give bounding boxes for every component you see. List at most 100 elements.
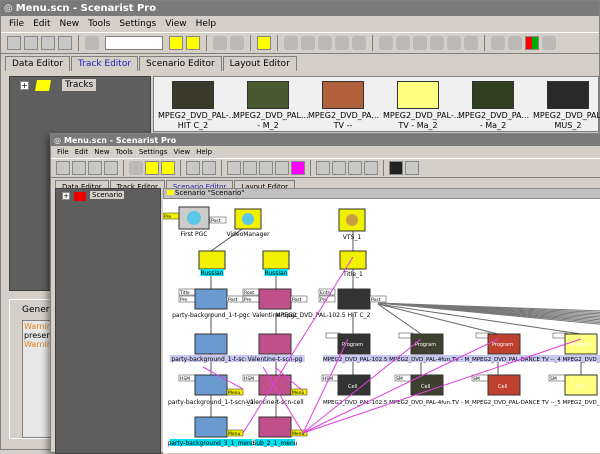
tool-icon[interactable] [396, 36, 410, 50]
view-icon[interactable] [24, 36, 38, 50]
disc-icon[interactable] [129, 161, 143, 175]
menu-edit[interactable]: Edit [75, 148, 89, 156]
menu-new[interactable]: New [94, 148, 109, 156]
program-node-2[interactable] [258, 333, 292, 355]
tab-layout-editor[interactable]: Layout Editor [222, 56, 297, 71]
add-icon[interactable] [145, 161, 159, 175]
people-icon[interactable] [405, 161, 419, 175]
menu-edit[interactable]: Edit [33, 19, 50, 29]
tree-item-tracks[interactable]: Tracks [62, 79, 97, 91]
node-label: party-background_1-t-scn- [171, 356, 250, 363]
folder-icon[interactable] [186, 36, 200, 50]
menu-settings[interactable]: Settings [119, 19, 156, 29]
track-thumbnail[interactable]: MPEG2_DVD_PAL-... HIT C_2 [158, 81, 236, 131]
tool-icon[interactable] [259, 161, 273, 175]
port-label: Title [179, 290, 190, 296]
tool-icon[interactable] [316, 161, 330, 175]
title-folder[interactable] [339, 250, 367, 270]
disc-icon[interactable] [85, 36, 99, 50]
tab-data-editor[interactable]: Data Editor [5, 56, 70, 71]
expand-toggle[interactable]: + [20, 81, 29, 90]
record-icon[interactable] [542, 36, 556, 50]
scenario-canvas[interactable]: Pre Post First PGC VideoManager VTS_1 Russian… [163, 199, 600, 453]
folder-icon [167, 190, 174, 195]
tool-icon[interactable] [491, 36, 505, 50]
tool-icon[interactable] [348, 161, 362, 175]
view-icon[interactable] [88, 161, 102, 175]
folder-icon[interactable] [161, 161, 175, 175]
tool-icon[interactable] [430, 36, 444, 50]
view-icon[interactable] [41, 36, 55, 50]
outer-menu-bar: File Edit New Tools Settings View Help [1, 16, 599, 32]
cell-node-2[interactable] [258, 374, 292, 396]
tool-icon[interactable] [243, 161, 257, 175]
track-thumbnail[interactable]: MPEG2_DVD_PAL-... TV - Ma_2 [383, 81, 461, 131]
view-icon[interactable] [7, 36, 21, 50]
add-icon[interactable] [169, 36, 183, 50]
menu-settings[interactable]: Settings [139, 148, 168, 156]
menu-view[interactable]: View [165, 19, 186, 29]
node-label: Russian [200, 270, 223, 277]
menu-tools[interactable]: Tools [88, 19, 110, 29]
tool-icon[interactable] [275, 161, 289, 175]
tool-icon[interactable] [335, 36, 349, 50]
menu-node-1[interactable] [194, 416, 228, 438]
link-icon[interactable] [291, 161, 305, 175]
menu-view[interactable]: View [174, 148, 191, 156]
zoom-out-icon[interactable] [202, 161, 216, 175]
zoom-in-icon[interactable] [186, 161, 200, 175]
menu-new[interactable]: New [60, 19, 80, 29]
thumbnail-strip: MPEG2_DVD_PAL-... HIT C_2 MPEG2_DVD_PAL...… [153, 76, 600, 132]
tree-item-scenario[interactable]: Scenario [90, 191, 125, 199]
outer-title-bar: ◎ Menu.scn - Scenarist Pro [1, 1, 599, 16]
folder-icon[interactable] [257, 36, 271, 50]
view-icon[interactable] [58, 36, 72, 50]
menu-tools[interactable]: Tools [116, 148, 133, 156]
connector [377, 303, 422, 335]
tool-icon[interactable] [379, 36, 393, 50]
pgc-node-2[interactable] [258, 288, 292, 310]
menu-file[interactable]: File [9, 19, 24, 29]
tool-icon[interactable] [464, 36, 478, 50]
thumbnail-image [322, 81, 364, 109]
track-thumbnail[interactable]: MPEG2_DVD_PA... - Ma_2 [458, 81, 529, 131]
pointer-icon[interactable] [227, 161, 241, 175]
track-thumbnail[interactable]: MPEG2_DVD_PAL... - M_2 [233, 81, 309, 131]
link-icon[interactable] [364, 161, 378, 175]
tool-icon[interactable] [447, 36, 461, 50]
program-node-1[interactable] [194, 333, 228, 355]
track-thumbnail[interactable]: MPEG2_DVD_PAL...MUS_2 [533, 81, 600, 131]
pgc-node-1[interactable] [194, 288, 228, 310]
menu-help[interactable]: Help [196, 148, 212, 156]
disc-icon [187, 211, 201, 225]
tool-icon[interactable] [318, 36, 332, 50]
port-label: SM [473, 376, 480, 382]
track-thumbnail[interactable]: MPEG2_DVD_PA... TV -- [308, 81, 379, 131]
node-label: Valentine-t-scn-pg [248, 356, 303, 363]
palette-icon[interactable] [525, 36, 539, 50]
thumbnail-label: - Ma_2 [479, 121, 507, 130]
expand-toggle[interactable]: + [62, 192, 70, 200]
menu-help[interactable]: Help [196, 19, 217, 29]
russian-folder-1[interactable] [198, 250, 226, 270]
zoom-in-icon[interactable] [213, 36, 227, 50]
tool-icon[interactable] [332, 161, 346, 175]
russian-folder-2[interactable] [262, 250, 290, 270]
menu-node-2[interactable] [258, 416, 292, 438]
menu-file[interactable]: File [57, 148, 69, 156]
view-icon[interactable] [56, 161, 70, 175]
tab-track-editor[interactable]: Track Editor [71, 56, 139, 71]
view-icon[interactable] [72, 161, 86, 175]
pgc-node-3[interactable] [337, 288, 371, 310]
folder-icon[interactable] [508, 36, 522, 50]
port-label: Menu [228, 431, 241, 437]
tool-icon[interactable] [301, 36, 315, 50]
combo-input[interactable] [105, 36, 163, 50]
tool-icon[interactable] [284, 36, 298, 50]
tool-icon[interactable] [413, 36, 427, 50]
tool-icon[interactable] [352, 36, 366, 50]
black-icon[interactable] [389, 161, 403, 175]
view-icon[interactable] [104, 161, 118, 175]
tab-scenario-editor[interactable]: Scenario Editor [139, 56, 222, 71]
zoom-out-icon[interactable] [230, 36, 244, 50]
